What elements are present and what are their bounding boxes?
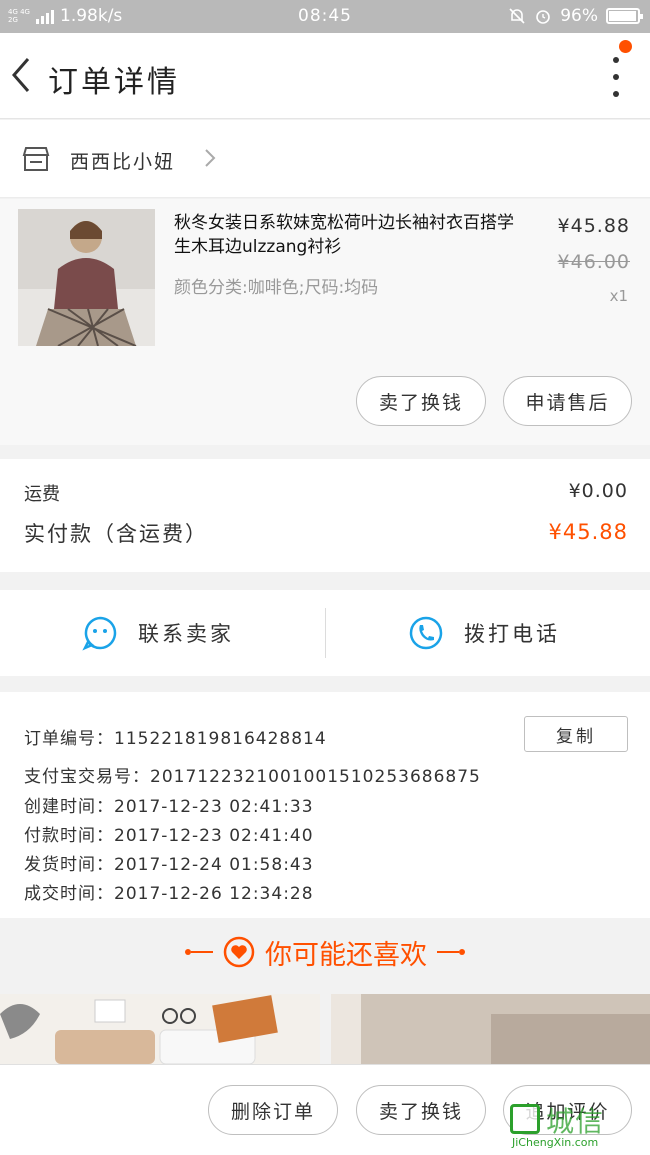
mute-icon (509, 8, 525, 24)
recommend-item[interactable] (331, 994, 650, 1064)
divider (325, 608, 326, 658)
product-original-price: ¥46.00 (557, 251, 630, 273)
alarm-icon (536, 10, 551, 24)
contact-seller-label: 联系卖家 (138, 622, 234, 646)
shop-row[interactable]: 西西比小妞 (0, 120, 650, 198)
battery-icon (606, 8, 643, 24)
watermark-url: JiChengXin.com (512, 1136, 599, 1149)
page-title: 订单详情 (48, 65, 180, 100)
chevron-right-icon (205, 149, 216, 167)
status-bar: 4G 4G 2G 1.98k/s 08:45 96% (0, 0, 650, 33)
paid-time: 付款时间：2017-12-23 02:41:40 (24, 826, 314, 846)
order-number: 订单编号：115221819816428814 (24, 729, 327, 749)
recommend-item[interactable] (0, 994, 320, 1064)
recommend-item-image (0, 994, 320, 1064)
shop-icon (22, 147, 50, 171)
paid-label: 实付款（含运费） (24, 522, 208, 546)
watermark-text: 城信 (546, 1105, 605, 1138)
call-button[interactable]: 拨打电话 (408, 590, 560, 676)
contact-bar: 联系卖家 拨打电话 (0, 590, 650, 676)
delete-order-button[interactable]: 删除订单 (208, 1085, 338, 1135)
watermark: 城信 JiChengXin.com (510, 1100, 640, 1149)
product-photo (18, 209, 155, 346)
product-quantity: x1 (609, 287, 628, 305)
product-title[interactable]: 秋冬女装日系软妹宽松荷叶边长袖衬衣百搭学生木耳边ulzzang衬衫 (174, 211, 530, 259)
dash-left (185, 949, 213, 955)
shipped-time: 发货时间：2017-12-24 01:58:43 (24, 855, 314, 875)
phone-icon (409, 616, 443, 650)
nav-bar: 订单详情 (0, 33, 650, 119)
order-info: 订单编号：115221819816428814 复制 支付宝交易号：201712… (0, 692, 650, 918)
battery-percent: 96% (560, 6, 598, 26)
shipping-label: 运费 (24, 484, 60, 505)
back-icon[interactable] (6, 55, 40, 95)
product-card: 秋冬女装日系软妹宽松荷叶边长袖衬衣百搭学生木耳边ulzzang衬衫 颜色分类:咖… (0, 199, 650, 445)
notification-dot (619, 40, 632, 53)
status-right: 96% (508, 6, 643, 26)
product-image[interactable] (18, 209, 155, 346)
created-time: 创建时间：2017-12-23 02:41:33 (24, 797, 314, 817)
alipay-number: 支付宝交易号：2017122321001001510253686875 (24, 767, 481, 787)
copy-button[interactable]: 复制 (524, 716, 628, 752)
recommend-header: 你可能还喜欢 (0, 920, 650, 984)
dash-right (437, 949, 465, 955)
chat-icon (82, 616, 117, 651)
product-price: ¥45.88 (557, 215, 630, 237)
completed-time: 成交时间：2017-12-26 12:34:28 (24, 884, 314, 904)
fee-summary: 运费 ¥0.00 实付款（含运费） ¥45.88 (0, 459, 650, 572)
more-menu-button[interactable] (610, 57, 622, 97)
shop-name: 西西比小妞 (70, 151, 176, 173)
heart-icon (223, 936, 255, 968)
call-label: 拨打电话 (464, 622, 560, 646)
paid-value: ¥45.88 (548, 520, 628, 544)
contact-seller-button[interactable]: 联系卖家 (82, 590, 234, 676)
product-spec: 颜色分类:咖啡色;尺码:均码 (174, 278, 379, 298)
shipping-value: ¥0.00 (568, 480, 628, 502)
recommend-item-image (331, 994, 650, 1064)
after-sale-button[interactable]: 申请售后 (503, 376, 632, 426)
sell-button-bottom[interactable]: 卖了换钱 (356, 1085, 486, 1135)
recommend-title: 你可能还喜欢 (265, 939, 427, 971)
sell-button[interactable]: 卖了换钱 (356, 376, 486, 426)
watermark-logo-icon (510, 1104, 540, 1134)
